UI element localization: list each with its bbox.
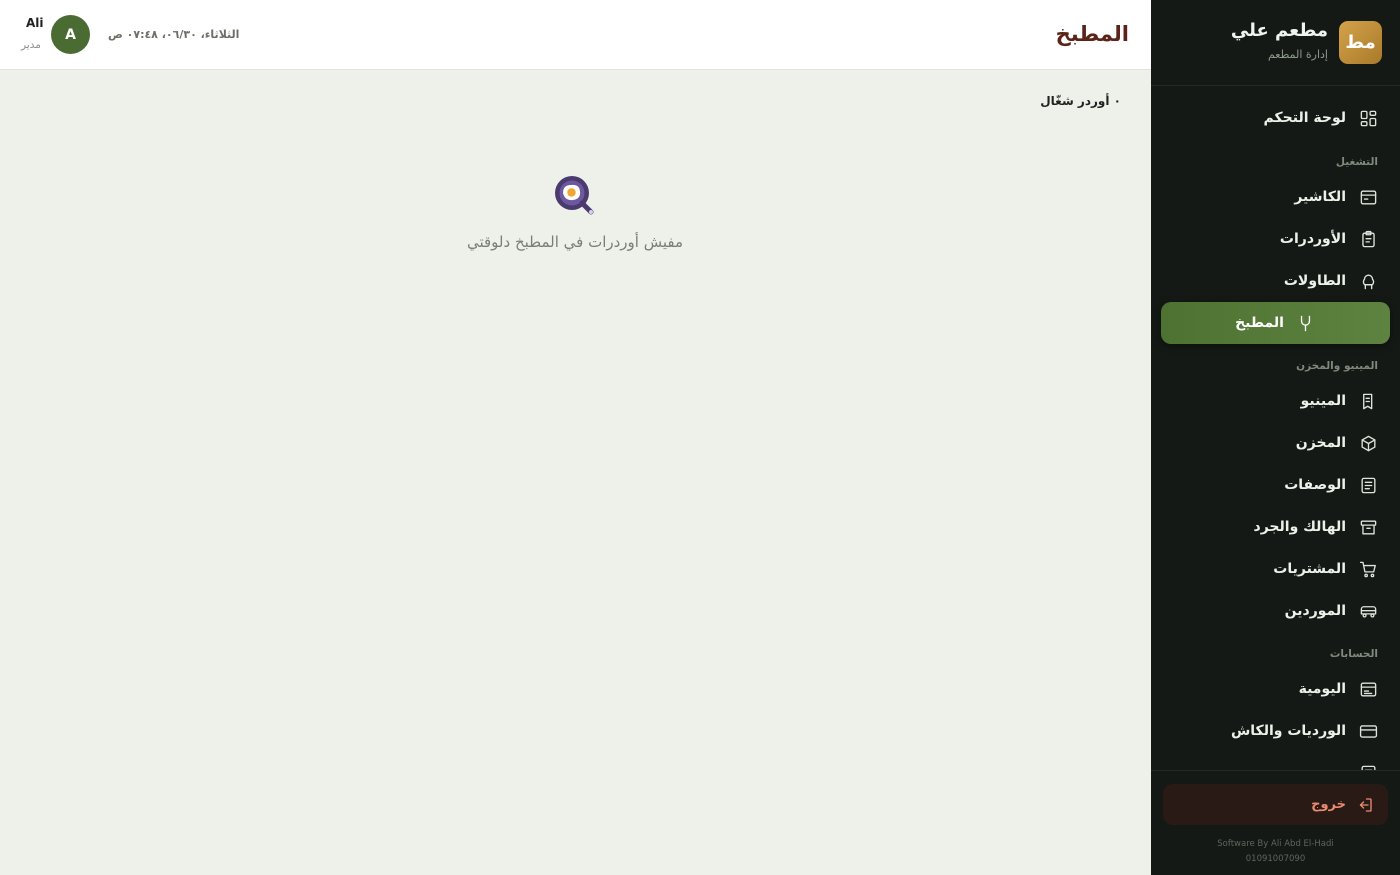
clipboard-icon [1358, 229, 1378, 249]
sidebar-item-suppliers[interactable]: الموردين [1161, 590, 1390, 632]
archive-icon [1358, 517, 1378, 537]
restaurant-name: مطعم علي [1230, 20, 1328, 41]
sidebar-item-label: الوصفات [1284, 477, 1346, 493]
sidebar-item-label: المطبخ [1235, 315, 1284, 331]
logout-button[interactable]: خروج [1163, 784, 1388, 825]
brand-logo: مط [1339, 21, 1382, 64]
sidebar-item-orders[interactable]: الأوردرات [1161, 218, 1390, 260]
sidebar-footer: خروج Software By Ali Abd El-Hadi 0109100… [1151, 770, 1400, 875]
brand-header: مط مطعم علي إدارة المطعم [1151, 0, 1400, 86]
document-icon [1358, 763, 1378, 770]
sidebar-item-label: الورديات والكاش [1230, 723, 1346, 739]
credit-phone: 01091007090 [1245, 854, 1306, 864]
sidebar-item-label: الأوردرات [1279, 231, 1346, 247]
sidebar-item-label: لوحة التحكم [1263, 110, 1346, 126]
truck-icon [1358, 601, 1378, 621]
sidebar-item-tables[interactable]: الطاولات [1161, 260, 1390, 302]
restaurant-subtitle: إدارة المطعم [1267, 48, 1328, 61]
sidebar-item-shifts[interactable]: الورديات والكاش [1161, 710, 1390, 752]
sidebar-item-label: المينيو [1300, 393, 1346, 409]
page-title: المطبخ [1055, 22, 1129, 46]
menu-book-icon [1358, 391, 1378, 411]
logout-icon [1359, 797, 1372, 812]
sidebar-item-label: الهالك والجرد [1253, 519, 1346, 535]
sidebar-item-daily[interactable]: اليومية [1161, 668, 1390, 710]
top-header: المطبخ الثلاثاء، ٠٦/٣٠، ٠٧:٤٨ ص A Ali مد… [0, 0, 1151, 70]
sidebar-item-label: المخزن [1295, 435, 1346, 451]
credit-card-icon [1358, 721, 1378, 741]
frying-pan-egg-icon [555, 176, 594, 215]
user-role: مدير [21, 39, 41, 51]
logout-label: خروج [1311, 797, 1346, 812]
user-name: Ali [26, 16, 44, 30]
avatar[interactable]: A [51, 15, 90, 54]
ledger-icon [1358, 679, 1378, 699]
software-credit: Software By Ali Abd El-Hadi 01091007090 [1151, 837, 1400, 867]
main-content: ٠ أوردر شغّال مفيش أوردرات في المطبخ دلو… [0, 70, 1151, 875]
credit-author: Software By Ali Abd El-Hadi [1217, 839, 1334, 849]
sidebar-item-label: الموردين [1284, 603, 1346, 619]
chair-icon [1358, 271, 1378, 291]
sidebar-nav[interactable]: لوحة التحكم التشغيل الكاشير الأوردرات ال… [1151, 86, 1400, 770]
current-datetime: الثلاثاء، ٠٦/٣٠، ٠٧:٤٨ ص [108, 28, 240, 41]
dashboard-grid-icon [1358, 108, 1378, 128]
sidebar-item-cashier[interactable]: الكاشير [1161, 176, 1390, 218]
sidebar-item-label: اليومية [1298, 681, 1346, 697]
sidebar-item-more[interactable] [1161, 752, 1390, 770]
sidebar-item-inventory[interactable]: المخزن [1161, 422, 1390, 464]
sidebar-item-label: المشتريات [1273, 561, 1346, 577]
sidebar-item-waste[interactable]: الهالك والجرد [1161, 506, 1390, 548]
active-orders-count: ٠ أوردر شغّال [1040, 94, 1121, 108]
shopping-cart-icon [1358, 559, 1378, 579]
section-operation: التشغيل [1335, 156, 1378, 168]
sidebar-item-label: الطاولات [1283, 273, 1346, 289]
sidebar-item-menu[interactable]: المينيو [1161, 380, 1390, 422]
sidebar-item-kitchen[interactable]: المطبخ [1161, 302, 1390, 344]
sidebar-item-dashboard[interactable]: لوحة التحكم [1161, 97, 1390, 139]
section-menu-inventory: المينيو والمخزن [1296, 360, 1378, 372]
utensils-icon [1296, 313, 1316, 333]
section-accounts: الحسابات [1329, 648, 1378, 660]
document-lines-icon [1358, 475, 1378, 495]
cash-register-icon [1358, 187, 1378, 207]
sidebar-item-recipes[interactable]: الوصفات [1161, 464, 1390, 506]
sidebar-item-label: الكاشير [1294, 189, 1346, 205]
box-icon [1358, 433, 1378, 453]
sidebar-item-purchases[interactable]: المشتريات [1161, 548, 1390, 590]
sidebar: مط مطعم علي إدارة المطعم لوحة التحكم الت… [1151, 0, 1400, 875]
empty-state-message: مفيش أوردرات في المطبخ دلوقتي [466, 233, 683, 251]
